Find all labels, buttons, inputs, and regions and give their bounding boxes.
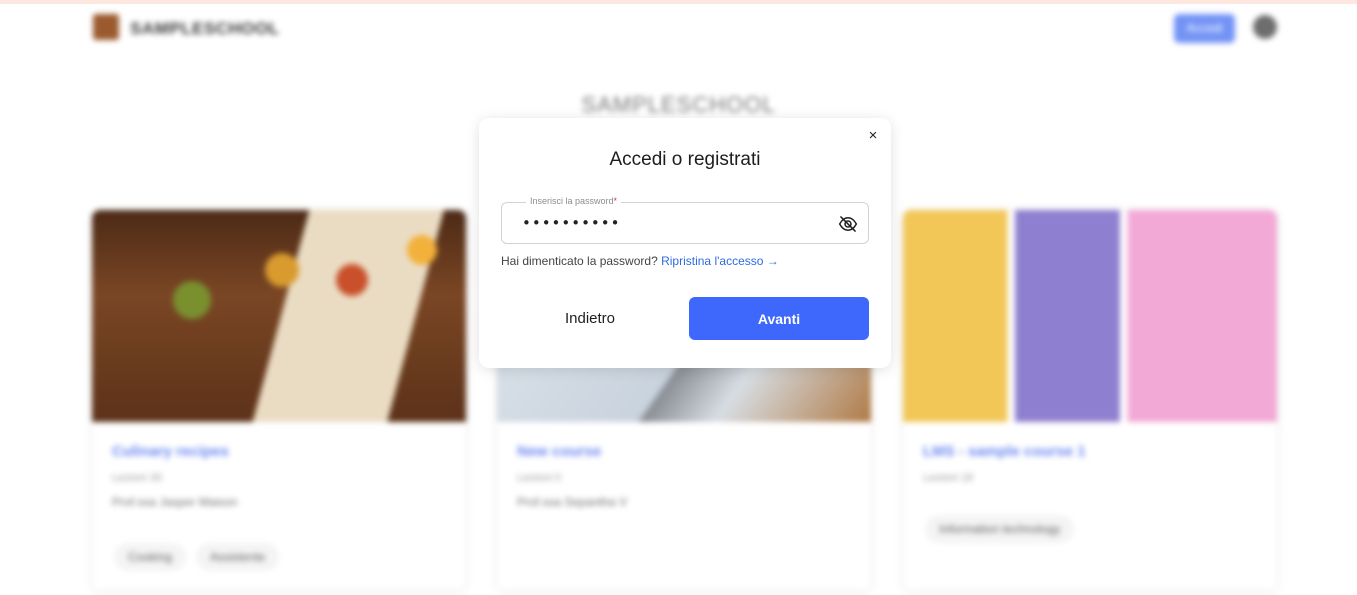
school-logo-icon bbox=[93, 14, 119, 40]
password-label: Inserisci la password* bbox=[526, 196, 622, 206]
school-logo-text: SAMPLESCHOOL bbox=[130, 19, 280, 38]
eye-off-icon[interactable] bbox=[838, 214, 858, 234]
course-tag: Assistente bbox=[196, 543, 280, 571]
modal-title: Accedi o registrati bbox=[609, 149, 761, 170]
forgot-password-text: Hai dimenticato la password? Ripristina … bbox=[501, 254, 779, 268]
course-author: Prof.ssa Sepantha V bbox=[517, 495, 628, 509]
user-avatar-icon[interactable] bbox=[1253, 15, 1277, 39]
course-image bbox=[92, 210, 466, 422]
password-input[interactable] bbox=[522, 212, 822, 234]
course-image bbox=[903, 210, 1277, 422]
password-field[interactable]: Inserisci la password* bbox=[501, 196, 869, 244]
header-login-button[interactable]: Accedi bbox=[1174, 14, 1235, 43]
reset-access-link[interactable]: Ripristina l'accesso → bbox=[661, 254, 779, 268]
page: SAMPLESCHOOL Accedi SAMPLESCHOOL Culinar… bbox=[0, 0, 1357, 595]
course-card[interactable]: Culinary recipes Lezioni 30 Prof.ssa Jas… bbox=[92, 210, 466, 590]
close-icon[interactable]: × bbox=[865, 128, 881, 144]
course-card[interactable]: LMS - sample course 1 Lezioni 18 Informa… bbox=[903, 210, 1277, 590]
course-lessons: Lezioni 0 bbox=[517, 472, 562, 484]
school-title: SAMPLESCHOOL bbox=[581, 92, 776, 117]
required-mark: * bbox=[613, 196, 618, 206]
back-button[interactable]: Indietro bbox=[501, 297, 679, 340]
course-title[interactable]: LMS - sample course 1 bbox=[923, 443, 1086, 460]
course-tag: Information technology bbox=[925, 515, 1075, 543]
course-title[interactable]: Culinary recipes bbox=[112, 443, 229, 460]
course-title[interactable]: New course bbox=[517, 443, 601, 460]
course-tag: Cooking bbox=[114, 543, 187, 571]
course-lessons: Lezioni 30 bbox=[112, 472, 163, 484]
course-author: Prof.ssa Jasper Maison bbox=[112, 495, 238, 509]
next-button[interactable]: Avanti bbox=[689, 297, 869, 340]
login-modal: × Accedi o registrati Inserisci la passw… bbox=[479, 118, 891, 368]
course-lessons: Lezioni 18 bbox=[923, 472, 974, 484]
